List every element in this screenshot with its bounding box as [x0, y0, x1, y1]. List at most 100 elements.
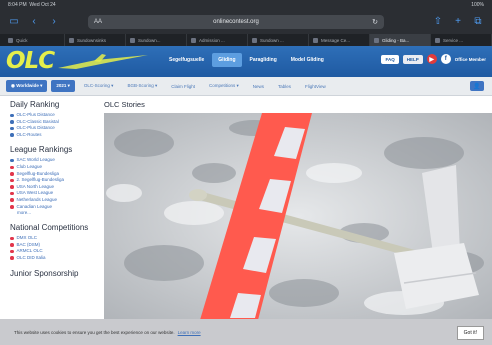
list-item[interactable]: USA West League: [10, 190, 94, 197]
tab-label: Service ...: [443, 37, 464, 43]
year-dropdown[interactable]: 2021 ▾: [51, 80, 75, 92]
list-item-label: OLC-Classic Basistal: [16, 118, 59, 124]
list-item-label: SAC World League: [16, 157, 55, 163]
browser-tab[interactable]: Sundownsinks: [65, 34, 126, 46]
league-more-link[interactable]: more...: [10, 210, 94, 216]
list-item[interactable]: DMX OLC: [10, 235, 94, 242]
list-item[interactable]: OLC-Plus Distance: [10, 112, 94, 119]
bullet-icon: [10, 191, 14, 196]
bullet-icon: [10, 185, 14, 189]
bullet-icon: [10, 158, 14, 163]
list-item-label: Netherlands League: [16, 196, 58, 202]
browser-tab[interactable]: Admission ...: [187, 34, 248, 46]
list-item[interactable]: OLC-Plus Distance: [10, 125, 94, 132]
menu-bgb-scoring[interactable]: BGB-Scoring ▾: [122, 83, 162, 89]
bullet-icon: [10, 205, 14, 209]
list-item[interactable]: Club League: [10, 164, 94, 171]
list-item[interactable]: Canadian League: [10, 204, 94, 211]
list-item[interactable]: Netherlands League: [10, 197, 94, 204]
list-item[interactable]: OLC-Classic Basistal: [10, 119, 94, 126]
tab-label: Gliding - Ba...: [382, 37, 410, 43]
user-menu-icon[interactable]: 👤: [470, 81, 484, 91]
list-item-label: OLC DID Italia: [16, 254, 46, 260]
list-item[interactable]: USA North League: [10, 184, 94, 191]
bullet-icon: [10, 126, 14, 131]
tab-label: Sundown...: [138, 37, 161, 43]
sidebar-toggle-icon[interactable]: ▭: [8, 17, 20, 27]
forward-icon[interactable]: ›: [48, 17, 60, 27]
region-label: Worldwide: [16, 83, 39, 88]
menu-olc-scoring[interactable]: OLC-Scoring ▾: [79, 83, 119, 89]
browser-toolbar: ▭ ‹ › AA onlinecontest.org ↻ ⇧ + ⧉: [0, 10, 492, 34]
bullet-icon: [10, 165, 14, 170]
menu-tables[interactable]: Tables: [273, 84, 296, 89]
faq-button[interactable]: FAQ: [381, 54, 399, 64]
national-competitions-section: National Competitions DMX OLC BAC (DSM) …: [10, 223, 94, 261]
bullet-icon: [10, 133, 14, 137]
story-image[interactable]: [104, 113, 492, 320]
office-member-link[interactable]: Office Member: [455, 57, 486, 62]
favicon-icon: [130, 37, 135, 43]
nav-segelflug[interactable]: Segelfugsuelle: [163, 53, 210, 67]
list-item[interactable]: ARMCL OLC: [10, 248, 94, 255]
menu-news[interactable]: News: [248, 84, 269, 89]
address-bar[interactable]: AA onlinecontest.org ↻: [88, 15, 384, 29]
section-title: League Rankings: [10, 145, 73, 155]
junior-sponsorship-section: Junior Sponsorship: [10, 269, 94, 278]
help-button[interactable]: HELP: [402, 54, 423, 64]
list-item-label: USA North League: [16, 183, 55, 189]
reload-icon[interactable]: ↻: [372, 18, 378, 26]
list-item[interactable]: OLC-Routes: [10, 132, 94, 139]
bullet-icon: [10, 243, 14, 247]
menu-flightview[interactable]: FlightView: [300, 84, 331, 89]
tab-strip: Quick Sundownsinks Sundown... Admission …: [0, 34, 492, 46]
menu-label: OLC-Scoring: [83, 83, 110, 88]
browser-tab[interactable]: Service ...: [431, 34, 492, 46]
year-label: 2021: [56, 83, 67, 88]
nav-paragliding[interactable]: Paragliding: [244, 53, 283, 67]
site-header: OLC Segelfugsuelle Gliding Paragliding M…: [0, 46, 492, 77]
list-item[interactable]: OLC DID Italia: [10, 255, 94, 262]
got-it-button[interactable]: Got it!: [456, 326, 484, 340]
list-item-label: Canadian League: [16, 203, 53, 209]
browser-tab[interactable]: Sundown...: [126, 34, 187, 46]
page-title: OLC Stories: [104, 100, 145, 109]
learn-more-link[interactable]: Learn more: [178, 330, 201, 335]
browser-tab-active[interactable]: Gliding - Ba...: [370, 34, 431, 46]
list-item-label: OLC-Routes: [16, 131, 42, 137]
menu-claim-flight[interactable]: Claim Flight: [166, 84, 200, 89]
bullet-icon: [10, 113, 14, 118]
list-item[interactable]: BAC (DSM): [10, 242, 94, 249]
olc-logo[interactable]: OLC: [6, 49, 55, 74]
tabs-overview-icon[interactable]: ⧉: [472, 17, 484, 27]
list-item-label: BAC (DSM): [16, 241, 41, 247]
list-item[interactable]: Segelflug-Bundesliga: [10, 171, 94, 178]
youtube-icon[interactable]: ▶: [426, 54, 437, 64]
new-tab-icon[interactable]: +: [452, 17, 464, 27]
nav-model-gliding[interactable]: Model Gliding: [285, 53, 330, 67]
list-item[interactable]: 2. Segelflug-Bundesliga: [10, 177, 94, 184]
menu-label: Competitions: [208, 83, 236, 88]
list-item-label: ARMCL OLC: [16, 248, 43, 254]
header-actions: FAQ HELP ▶ f Office Member: [381, 54, 486, 64]
browser-tab[interactable]: Quick: [4, 34, 65, 46]
bullet-icon: [10, 172, 14, 176]
nav-gliding[interactable]: Gliding: [212, 53, 242, 67]
back-icon[interactable]: ‹: [28, 17, 40, 27]
share-icon[interactable]: ⇧: [432, 17, 444, 27]
bullet-icon: [10, 256, 14, 260]
status-bar: 8:04 PM Wed Oct 24 100%: [0, 0, 492, 10]
left-sidebar: Daily Ranking OLC-Plus Distance OLC-Clas…: [10, 100, 94, 285]
list-item[interactable]: SAC World League: [10, 157, 94, 164]
region-dropdown[interactable]: ◉ Worldwide ▾: [6, 80, 48, 92]
browser-tab[interactable]: Message Ce...: [309, 34, 370, 46]
reader-options-icon[interactable]: AA: [94, 19, 102, 25]
list-item-label: OLC-Plus Distance: [16, 125, 55, 131]
facebook-icon[interactable]: f: [440, 54, 451, 64]
sub-navigation: ◉ Worldwide ▾ 2021 ▾ OLC-Scoring ▾ BGB-S…: [0, 77, 492, 96]
menu-competitions[interactable]: Competitions ▾: [204, 83, 244, 89]
url-text: onlinecontest.org: [213, 19, 259, 25]
browser-tab[interactable]: Sundown ...: [248, 34, 309, 46]
section-title: Junior Sponsorship: [10, 268, 79, 278]
list-item-label: USA West League: [16, 190, 54, 196]
